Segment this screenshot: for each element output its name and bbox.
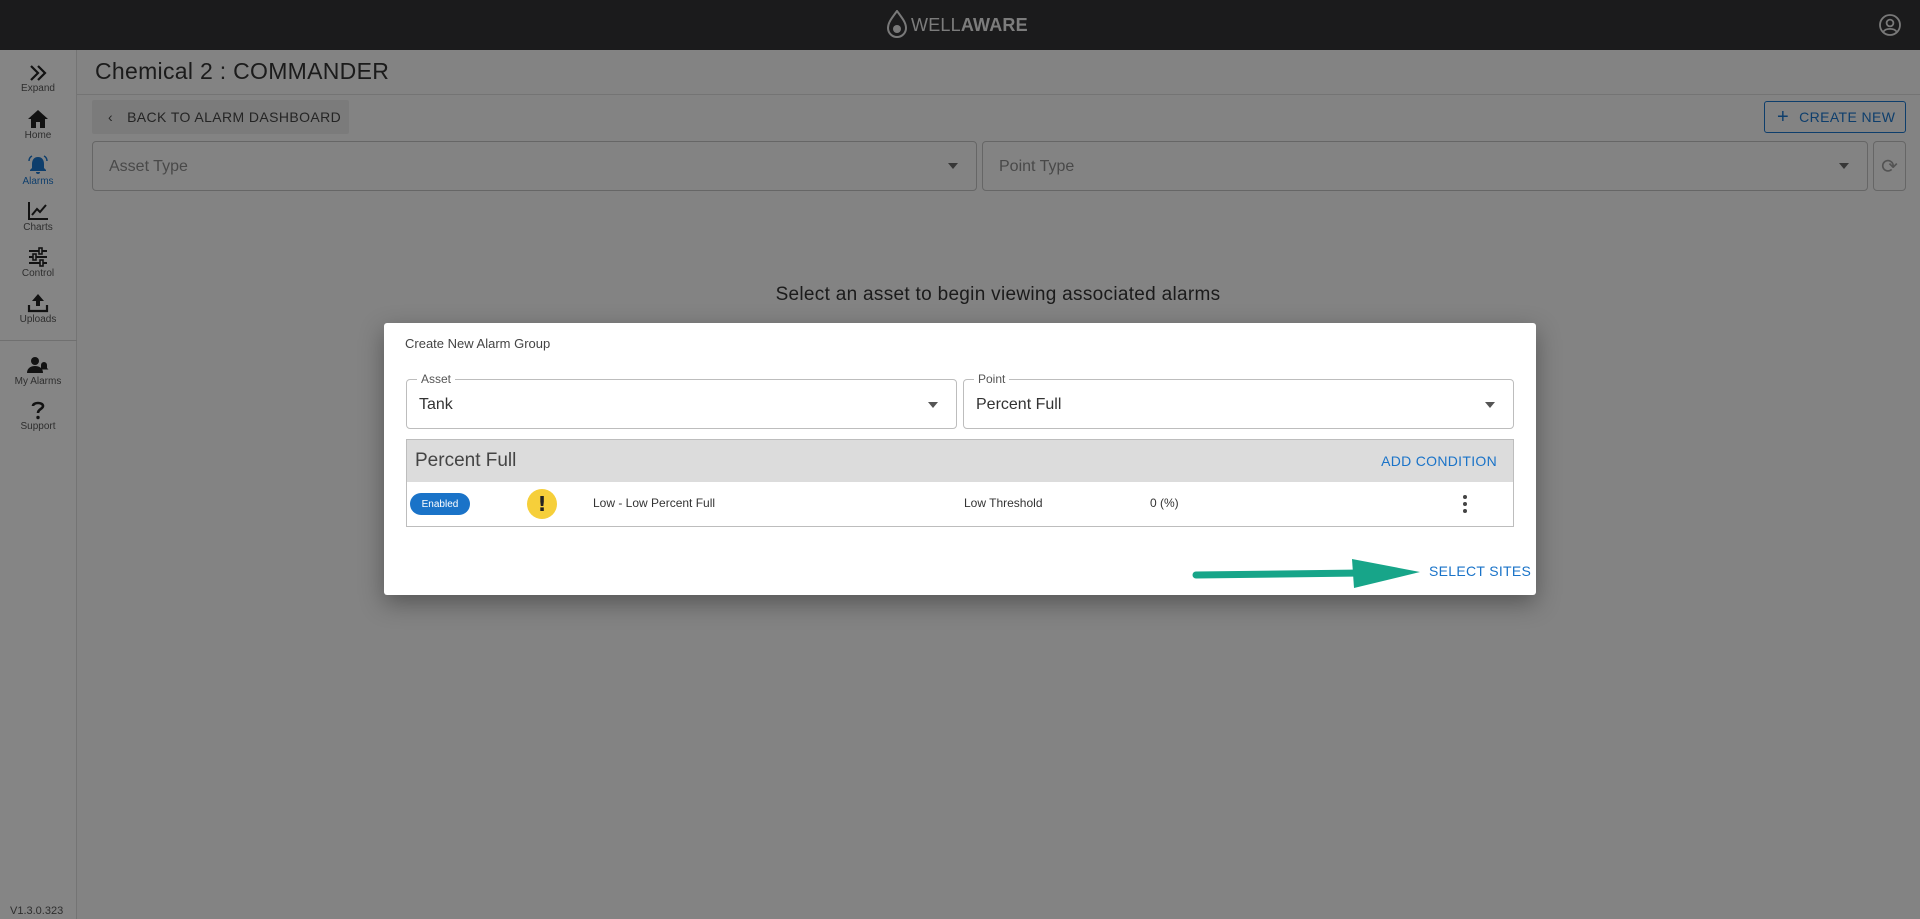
caret-down-icon <box>928 402 938 408</box>
add-condition-button[interactable]: ADD CONDITION <box>1381 453 1497 469</box>
conditions-header: Percent Full ADD CONDITION <box>407 440 1513 482</box>
table-row[interactable]: Enabled ! Low - Low Percent Full Low Thr… <box>407 482 1513 526</box>
create-alarm-group-dialog: Create New Alarm Group Asset Tank Point … <box>384 323 1536 595</box>
condition-value: 0 (%) <box>1150 496 1179 510</box>
dialog-title: Create New Alarm Group <box>405 336 551 351</box>
point-field-value: Percent Full <box>976 396 1062 413</box>
select-sites-button[interactable]: SELECT SITES <box>1429 563 1531 579</box>
condition-type: Low Threshold <box>964 496 1043 510</box>
conditions-title: Percent Full <box>415 450 517 471</box>
warning-icon: ! <box>527 489 557 519</box>
asset-field-value: Tank <box>419 396 453 413</box>
arrow-right-icon <box>1192 559 1420 588</box>
status-badge[interactable]: Enabled <box>410 493 470 515</box>
caret-down-icon <box>1485 402 1495 408</box>
asset-select[interactable]: Asset Tank <box>406 372 957 429</box>
conditions-table: Percent Full ADD CONDITION Enabled ! Low… <box>406 439 1514 527</box>
point-select[interactable]: Point Percent Full <box>963 372 1514 429</box>
more-vert-icon[interactable] <box>1462 494 1468 514</box>
point-field-label: Point <box>974 372 1010 386</box>
condition-name: Low - Low Percent Full <box>593 496 716 510</box>
asset-field-label: Asset <box>417 372 456 386</box>
